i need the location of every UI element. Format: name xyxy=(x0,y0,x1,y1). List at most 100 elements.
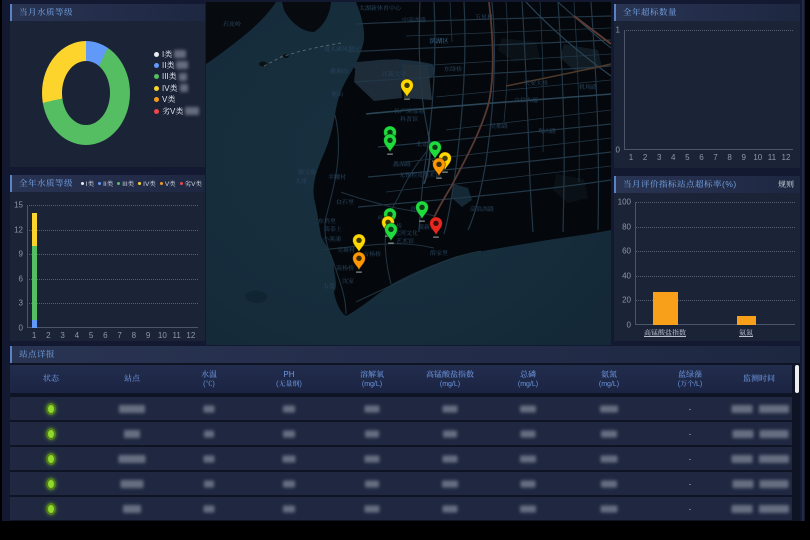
dashboard: 当月水质等级 I类II类III类IV类V类劣V类 全年水质等级 I类II类III… xyxy=(0,0,810,540)
column-header: 监测时间 xyxy=(743,365,775,393)
y-axis-label: 40 xyxy=(609,271,631,280)
map-label: 小溪浦 xyxy=(323,235,341,243)
pin-hole xyxy=(356,238,361,243)
legend-item[interactable]: V类 xyxy=(160,179,176,188)
map[interactable]: 太湖新体育中心中南西路五星村滨湖区鼋头渚风景区鹿顶山充山石皮岭东绛桥天安大桥机场… xyxy=(206,2,611,345)
legend-dot xyxy=(154,109,159,114)
redacted-time xyxy=(759,505,789,513)
column-header: PH(无量纲) xyxy=(276,365,302,393)
pin-hole xyxy=(387,138,392,143)
map-label: 科普馆 xyxy=(400,115,418,123)
redacted-time xyxy=(732,455,753,463)
legend-dot xyxy=(154,74,159,79)
legend-item[interactable]: III类 xyxy=(117,179,134,188)
y-axis-label: 100 xyxy=(609,198,631,207)
redacted-value xyxy=(365,455,380,462)
redacted-value xyxy=(204,430,214,437)
y-axis-label: 0 xyxy=(598,146,620,155)
panel-title: 当月水质等级 xyxy=(19,4,73,21)
rules-link[interactable]: 规则 xyxy=(778,176,794,193)
bar[interactable] xyxy=(32,320,37,328)
year-quality-plot[interactable]: 03691215123456789101112 xyxy=(27,205,198,328)
table-row[interactable]: - xyxy=(10,497,792,520)
page-scrollbar[interactable] xyxy=(802,0,804,521)
map-label: 蠡湖路 xyxy=(393,160,411,168)
table-row[interactable]: - xyxy=(10,422,792,445)
month-rate-plot[interactable]: 020406080100高锰酸盐指数氨氮 xyxy=(635,202,795,325)
legend-label: IV类 xyxy=(143,179,156,188)
x-axis-label: 12 xyxy=(782,153,791,162)
x-axis-label[interactable]: 氨氮 xyxy=(739,328,753,338)
panel-year-water-quality: 全年水质等级 I类II类III类IV类V类劣V类 036912151234567… xyxy=(10,175,205,341)
map-label: 薛家里 xyxy=(430,249,448,257)
gridline xyxy=(27,254,198,255)
bar-legend: I类 II类 III类 IV类 V类劣V类 xyxy=(77,175,202,192)
redacted-value xyxy=(365,430,379,437)
table-scrollbar-thumb[interactable] xyxy=(795,365,799,393)
map-label: 江南大学 xyxy=(382,70,406,78)
map-label: 观山路 xyxy=(538,127,556,135)
legend-item[interactable]: IV类 xyxy=(154,83,188,93)
x-axis-label[interactable]: 高锰酸盐指数 xyxy=(644,328,686,338)
x-axis-label: 10 xyxy=(753,153,762,162)
redacted-value xyxy=(443,505,458,512)
legend-item[interactable]: 劣V类 xyxy=(154,106,199,116)
y-axis-label: 80 xyxy=(609,222,631,231)
map-label: 无锡程及美术馆 xyxy=(399,171,441,179)
redacted-value xyxy=(176,61,188,69)
table-row[interactable]: - xyxy=(10,397,792,420)
redacted-value xyxy=(443,405,458,412)
redacted-value xyxy=(204,455,215,462)
chlorophyll-value: - xyxy=(689,479,692,488)
legend-item[interactable]: I类 xyxy=(81,179,94,188)
legend-item[interactable]: III类 xyxy=(154,72,187,82)
legend-item[interactable]: I类 xyxy=(154,49,186,59)
panel-title: 全年超标数量 xyxy=(623,4,677,21)
redacted-value xyxy=(283,455,296,462)
redacted-station xyxy=(119,405,145,413)
redacted-value xyxy=(443,455,458,462)
status-dot-green xyxy=(46,478,56,490)
x-axis-label: 8 xyxy=(727,153,731,162)
x-axis-label: 4 xyxy=(75,331,79,340)
x-axis-label: 12 xyxy=(186,331,195,340)
bar[interactable] xyxy=(737,316,756,325)
redacted-station xyxy=(124,430,140,438)
bar[interactable] xyxy=(653,292,678,325)
map-label: 羊腰村 xyxy=(328,173,346,181)
pin-hole xyxy=(388,227,393,232)
redacted-time xyxy=(759,455,789,463)
x-axis-label: 6 xyxy=(699,153,703,162)
table-row[interactable]: - xyxy=(10,472,792,495)
x-axis-label: 7 xyxy=(117,331,121,340)
redacted-value xyxy=(521,480,536,487)
table-row[interactable]: - xyxy=(10,447,792,470)
redacted-value xyxy=(442,480,458,487)
x-axis-label: 6 xyxy=(103,331,107,340)
map-label: 南杨桥 xyxy=(336,264,354,272)
y-axis xyxy=(624,30,625,150)
legend-item[interactable]: 劣V类 xyxy=(180,179,202,188)
year-exceed-plot[interactable]: 01123456789101112 xyxy=(624,30,793,150)
status-dot-green xyxy=(46,403,56,415)
map-label: 东绛桥 xyxy=(444,65,462,73)
legend-item[interactable]: IV类 xyxy=(138,179,156,188)
column-header: 高锰酸盐指数(mg/L) xyxy=(426,365,474,393)
redacted-value xyxy=(204,480,214,487)
legend-item[interactable]: II类 xyxy=(154,60,188,70)
redacted-value xyxy=(520,455,536,462)
redacted-value xyxy=(601,505,618,512)
x-axis-label: 11 xyxy=(768,153,776,162)
map-label: 吴都路 xyxy=(490,122,508,130)
column-header: 状态 xyxy=(43,365,59,393)
y-axis-label: 20 xyxy=(609,296,631,305)
legend-item[interactable]: II类 xyxy=(98,179,113,188)
bar[interactable] xyxy=(32,246,37,320)
legend-dot xyxy=(98,182,101,185)
redacted-time xyxy=(732,405,753,413)
redacted-value xyxy=(174,50,186,58)
legend-item[interactable]: V类 xyxy=(154,95,175,105)
bar[interactable] xyxy=(32,213,37,246)
map-label: 石皮岭 xyxy=(223,20,241,28)
legend-dot xyxy=(154,97,159,102)
